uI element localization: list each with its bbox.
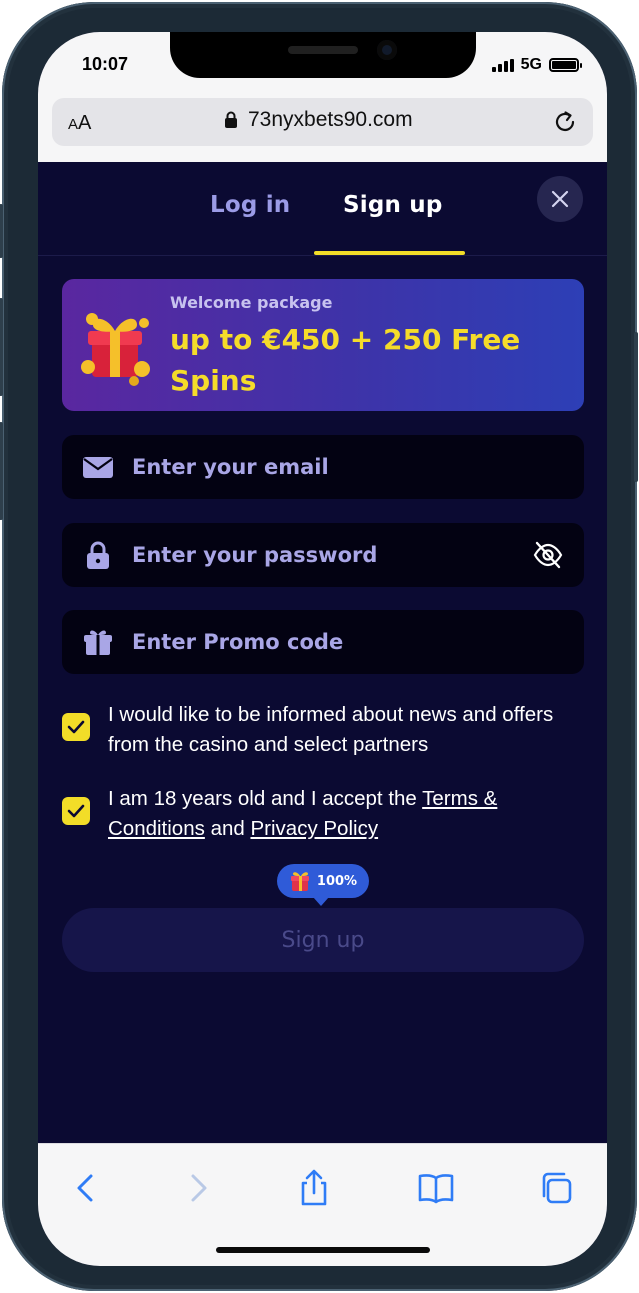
welcome-banner: Welcome package up to €450 + 250 Free Sp… (62, 279, 584, 411)
screen: 10:07 5G AA 73nyxbets90.com Log in Sign … (38, 32, 607, 1266)
volume-up-button (0, 298, 3, 396)
consent-age-checkbox[interactable] (62, 797, 90, 825)
notch (170, 32, 476, 78)
text-size-button[interactable]: AA (68, 112, 91, 135)
promo-label: Welcome package (170, 293, 333, 312)
reload-icon[interactable] (551, 108, 579, 136)
home-indicator (216, 1247, 430, 1253)
status-indicators: 5G (491, 56, 582, 74)
url-display[interactable]: 73nyxbets90.com (224, 108, 413, 132)
auth-tabs: Log in Sign up (38, 162, 607, 256)
tab-signup[interactable]: Sign up (343, 192, 443, 218)
consent-news-text: I would like to be informed about news a… (108, 703, 554, 756)
signup-modal: Log in Sign up Welcome package up to €45… (38, 162, 607, 1143)
share-icon[interactable] (294, 1168, 334, 1208)
url-text: 73nyxbets90.com (248, 108, 413, 131)
padlock-icon (87, 541, 109, 569)
signup-submit-button[interactable]: Sign up (62, 908, 584, 972)
eye-off-icon[interactable] (532, 539, 564, 571)
address-bar[interactable]: AA 73nyxbets90.com (52, 98, 593, 146)
checkmark-icon (67, 804, 85, 818)
text-size-small: A (68, 116, 79, 133)
front-camera (377, 40, 397, 60)
tabs-icon[interactable] (536, 1168, 576, 1208)
volume-down-button (0, 422, 3, 520)
phone-frame: 10:07 5G AA 73nyxbets90.com Log in Sign … (0, 2, 638, 1291)
consent-age-text: I am 18 years old and I accept the Terms… (108, 784, 578, 844)
close-button[interactable] (537, 176, 583, 222)
promo-title: up to €450 + 250 Free Spins (170, 323, 521, 397)
lock-icon (225, 111, 237, 128)
bonus-badge: 100% (277, 864, 369, 906)
promo-code-field-container (62, 610, 584, 674)
consent-news-checkbox[interactable] (62, 713, 90, 741)
close-icon (551, 190, 569, 208)
status-time: 10:07 (82, 54, 129, 74)
consent-age-middle: and (204, 817, 251, 840)
email-field-container (62, 435, 584, 499)
bookmarks-icon[interactable] (416, 1168, 456, 1208)
consent-age-prefix: I am 18 years old and I accept the (108, 787, 423, 810)
browser-toolbar (38, 1143, 607, 1266)
browser-top-bar: 10:07 5G AA 73nyxbets90.com (38, 32, 607, 162)
password-input[interactable] (132, 523, 522, 587)
network-type: 5G (520, 56, 542, 73)
battery-icon (549, 58, 582, 72)
bonus-badge-text: 100% (316, 873, 358, 889)
gift-icon (81, 313, 150, 386)
back-icon[interactable] (66, 1168, 106, 1208)
checkmark-icon (67, 720, 85, 734)
forward-icon[interactable] (178, 1168, 218, 1208)
promo-code-input[interactable] (132, 610, 522, 674)
password-field-container (62, 523, 584, 587)
present-icon (84, 630, 112, 655)
gift-icon (290, 872, 309, 891)
power-button (634, 332, 638, 482)
privacy-link[interactable]: Privacy Policy (250, 817, 378, 840)
text-size-large: A (78, 112, 92, 134)
email-input[interactable] (132, 435, 522, 499)
mail-icon (83, 457, 113, 478)
mute-switch (0, 204, 3, 258)
tab-login[interactable]: Log in (210, 192, 290, 218)
active-tab-indicator (314, 251, 465, 255)
speaker (288, 46, 358, 54)
signal-icon (491, 58, 514, 72)
